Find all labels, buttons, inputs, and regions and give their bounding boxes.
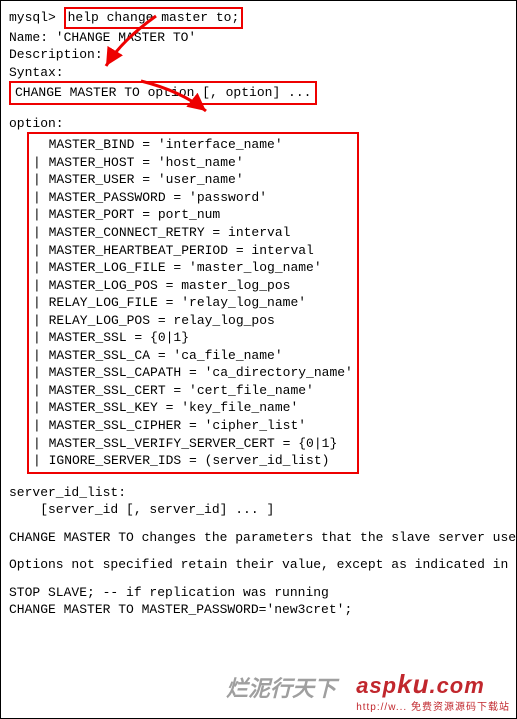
- option-line: | MASTER_HOST = 'host_name': [33, 154, 353, 172]
- change-password-line: CHANGE MASTER TO MASTER_PASSWORD='new3cr…: [9, 601, 508, 619]
- option-line: | MASTER_SSL_CA = 'ca_file_name': [33, 347, 353, 365]
- option-line: | MASTER_SSL = {0|1}: [33, 329, 353, 347]
- option-line: | RELAY_LOG_POS = relay_log_pos: [33, 312, 353, 330]
- watermark-brand-com: .com: [429, 673, 484, 698]
- watermark-brand: aspku.com http://w... 免费资源源码下载站: [356, 667, 510, 714]
- option-line: | MASTER_SSL_CAPATH = 'ca_directory_name…: [33, 364, 353, 382]
- paragraph-2: Options not specified retain their value…: [9, 556, 508, 574]
- option-line: | IGNORE_SERVER_IDS = (server_id_list): [33, 452, 353, 470]
- syntax-line: CHANGE MASTER TO option [, option] ...: [15, 85, 311, 100]
- option-line: | MASTER_LOG_FILE = 'master_log_name': [33, 259, 353, 277]
- option-line: | MASTER_LOG_POS = master_log_pos: [33, 277, 353, 295]
- syntax-label: Syntax:: [9, 64, 508, 82]
- option-line: | MASTER_PASSWORD = 'password': [33, 189, 353, 207]
- name-line: Name: 'CHANGE MASTER TO': [9, 29, 508, 47]
- paragraph-1: CHANGE MASTER TO changes the parameters …: [9, 529, 508, 547]
- description-label: Description:: [9, 46, 508, 64]
- server-id-list-label: server_id_list:: [9, 484, 508, 502]
- server-id-list-body: [server_id [, server_id] ... ]: [9, 501, 508, 519]
- command-text: help change master to;: [68, 10, 240, 25]
- option-list-box: MASTER_BIND = 'interface_name'| MASTER_H…: [27, 132, 359, 473]
- option-line: | RELAY_LOG_FILE = 'relay_log_name': [33, 294, 353, 312]
- option-line: | MASTER_USER = 'user_name': [33, 171, 353, 189]
- watermark-chinese: 烂泥行天下: [226, 674, 336, 704]
- terminal-help-output: mysql> help change master to; Name: 'CHA…: [0, 0, 517, 719]
- option-label: option:: [9, 115, 508, 133]
- stop-slave-line: STOP SLAVE; -- if replication was runnin…: [9, 584, 508, 602]
- option-line: | MASTER_SSL_CERT = 'cert_file_name': [33, 382, 353, 400]
- option-line: | MASTER_HEARTBEAT_PERIOD = interval: [33, 242, 353, 260]
- option-line: | MASTER_CONNECT_RETRY = interval: [33, 224, 353, 242]
- option-line: | MASTER_SSL_CIPHER = 'cipher_list': [33, 417, 353, 435]
- option-line: | MASTER_SSL_KEY = 'key_file_name': [33, 399, 353, 417]
- prompt: mysql>: [9, 10, 56, 25]
- watermark-brand-text: asp: [356, 673, 397, 698]
- option-line: | MASTER_PORT = port_num: [33, 206, 353, 224]
- option-line: | MASTER_SSL_VERIFY_SERVER_CERT = {0|1}: [33, 435, 353, 453]
- syntax-box: CHANGE MASTER TO option [, option] ...: [9, 81, 508, 105]
- watermark-url: http://w... 免费资源源码下载站: [356, 701, 510, 715]
- option-line: MASTER_BIND = 'interface_name': [33, 136, 353, 154]
- prompt-line: mysql> help change master to;: [9, 7, 508, 29]
- watermark-brand-k: ku: [397, 669, 429, 699]
- command-box: help change master to;: [64, 7, 244, 29]
